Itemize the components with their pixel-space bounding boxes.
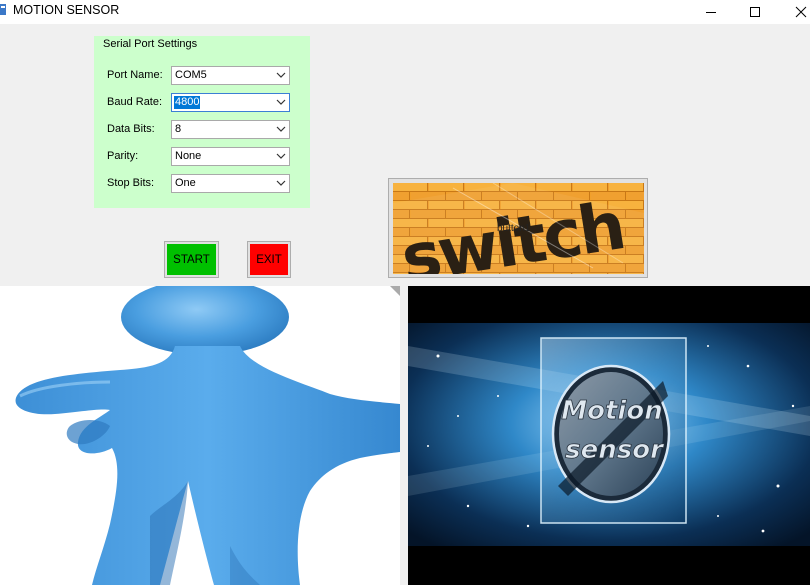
motion-line-2: sensor <box>565 435 665 465</box>
port-name-label: Port Name: <box>107 69 163 81</box>
motion-sensor-image-panel: Motion sensor <box>408 286 810 585</box>
close-button[interactable] <box>778 0 810 24</box>
baud-rate-select[interactable]: 4800 <box>171 93 290 112</box>
exit-button-face: EXIT <box>248 242 290 277</box>
blue-figure-image <box>15 286 400 585</box>
baud-rate-label: Baud Rate: <box>107 96 163 108</box>
port-name-select[interactable]: COM5 <box>171 66 290 85</box>
exit-button-label: EXIT <box>256 253 282 266</box>
chevron-down-icon <box>276 72 286 78</box>
parity-value: None <box>175 150 202 162</box>
stop-bits-value: One <box>175 177 196 189</box>
serial-port-settings-group: Serial Port Settings Port Name: COM5 Bau… <box>94 36 310 208</box>
stop-bits-select[interactable]: One <box>171 174 290 193</box>
figure-image-panel <box>0 286 400 585</box>
maximize-icon <box>750 7 760 17</box>
chevron-down-icon <box>276 99 286 105</box>
start-button[interactable]: START <box>164 241 219 278</box>
switch-button[interactable]: switch button1 <box>388 178 648 278</box>
maximize-button[interactable] <box>732 0 778 24</box>
parity-select[interactable]: None <box>171 147 290 166</box>
app-icon <box>0 3 7 17</box>
parity-label: Parity: <box>107 150 139 162</box>
window-title: MOTION SENSOR <box>13 3 120 17</box>
stop-bits-label: Stop Bits: <box>107 177 155 189</box>
minimize-button[interactable] <box>688 0 734 24</box>
start-button-label: START <box>173 253 210 266</box>
chevron-down-icon <box>276 126 286 132</box>
title-bar: MOTION SENSOR <box>0 0 810 24</box>
minimize-icon <box>706 12 716 13</box>
motion-sensor-image: Motion sensor <box>408 323 810 546</box>
data-bits-label: Data Bits: <box>107 123 155 135</box>
chevron-down-icon <box>276 153 286 159</box>
data-bits-value: 8 <box>175 123 182 135</box>
switch-button-label: button1 <box>497 223 531 234</box>
baud-rate-value: 4800 <box>174 96 201 109</box>
start-button-face: START <box>165 242 218 277</box>
group-title: Serial Port Settings <box>103 38 198 50</box>
data-bits-select[interactable]: 8 <box>171 120 290 139</box>
chevron-down-icon <box>276 180 286 186</box>
motion-line-1: Motion <box>561 396 662 426</box>
exit-button[interactable]: EXIT <box>247 241 291 278</box>
port-name-value: COM5 <box>175 69 207 81</box>
close-icon <box>795 6 807 18</box>
